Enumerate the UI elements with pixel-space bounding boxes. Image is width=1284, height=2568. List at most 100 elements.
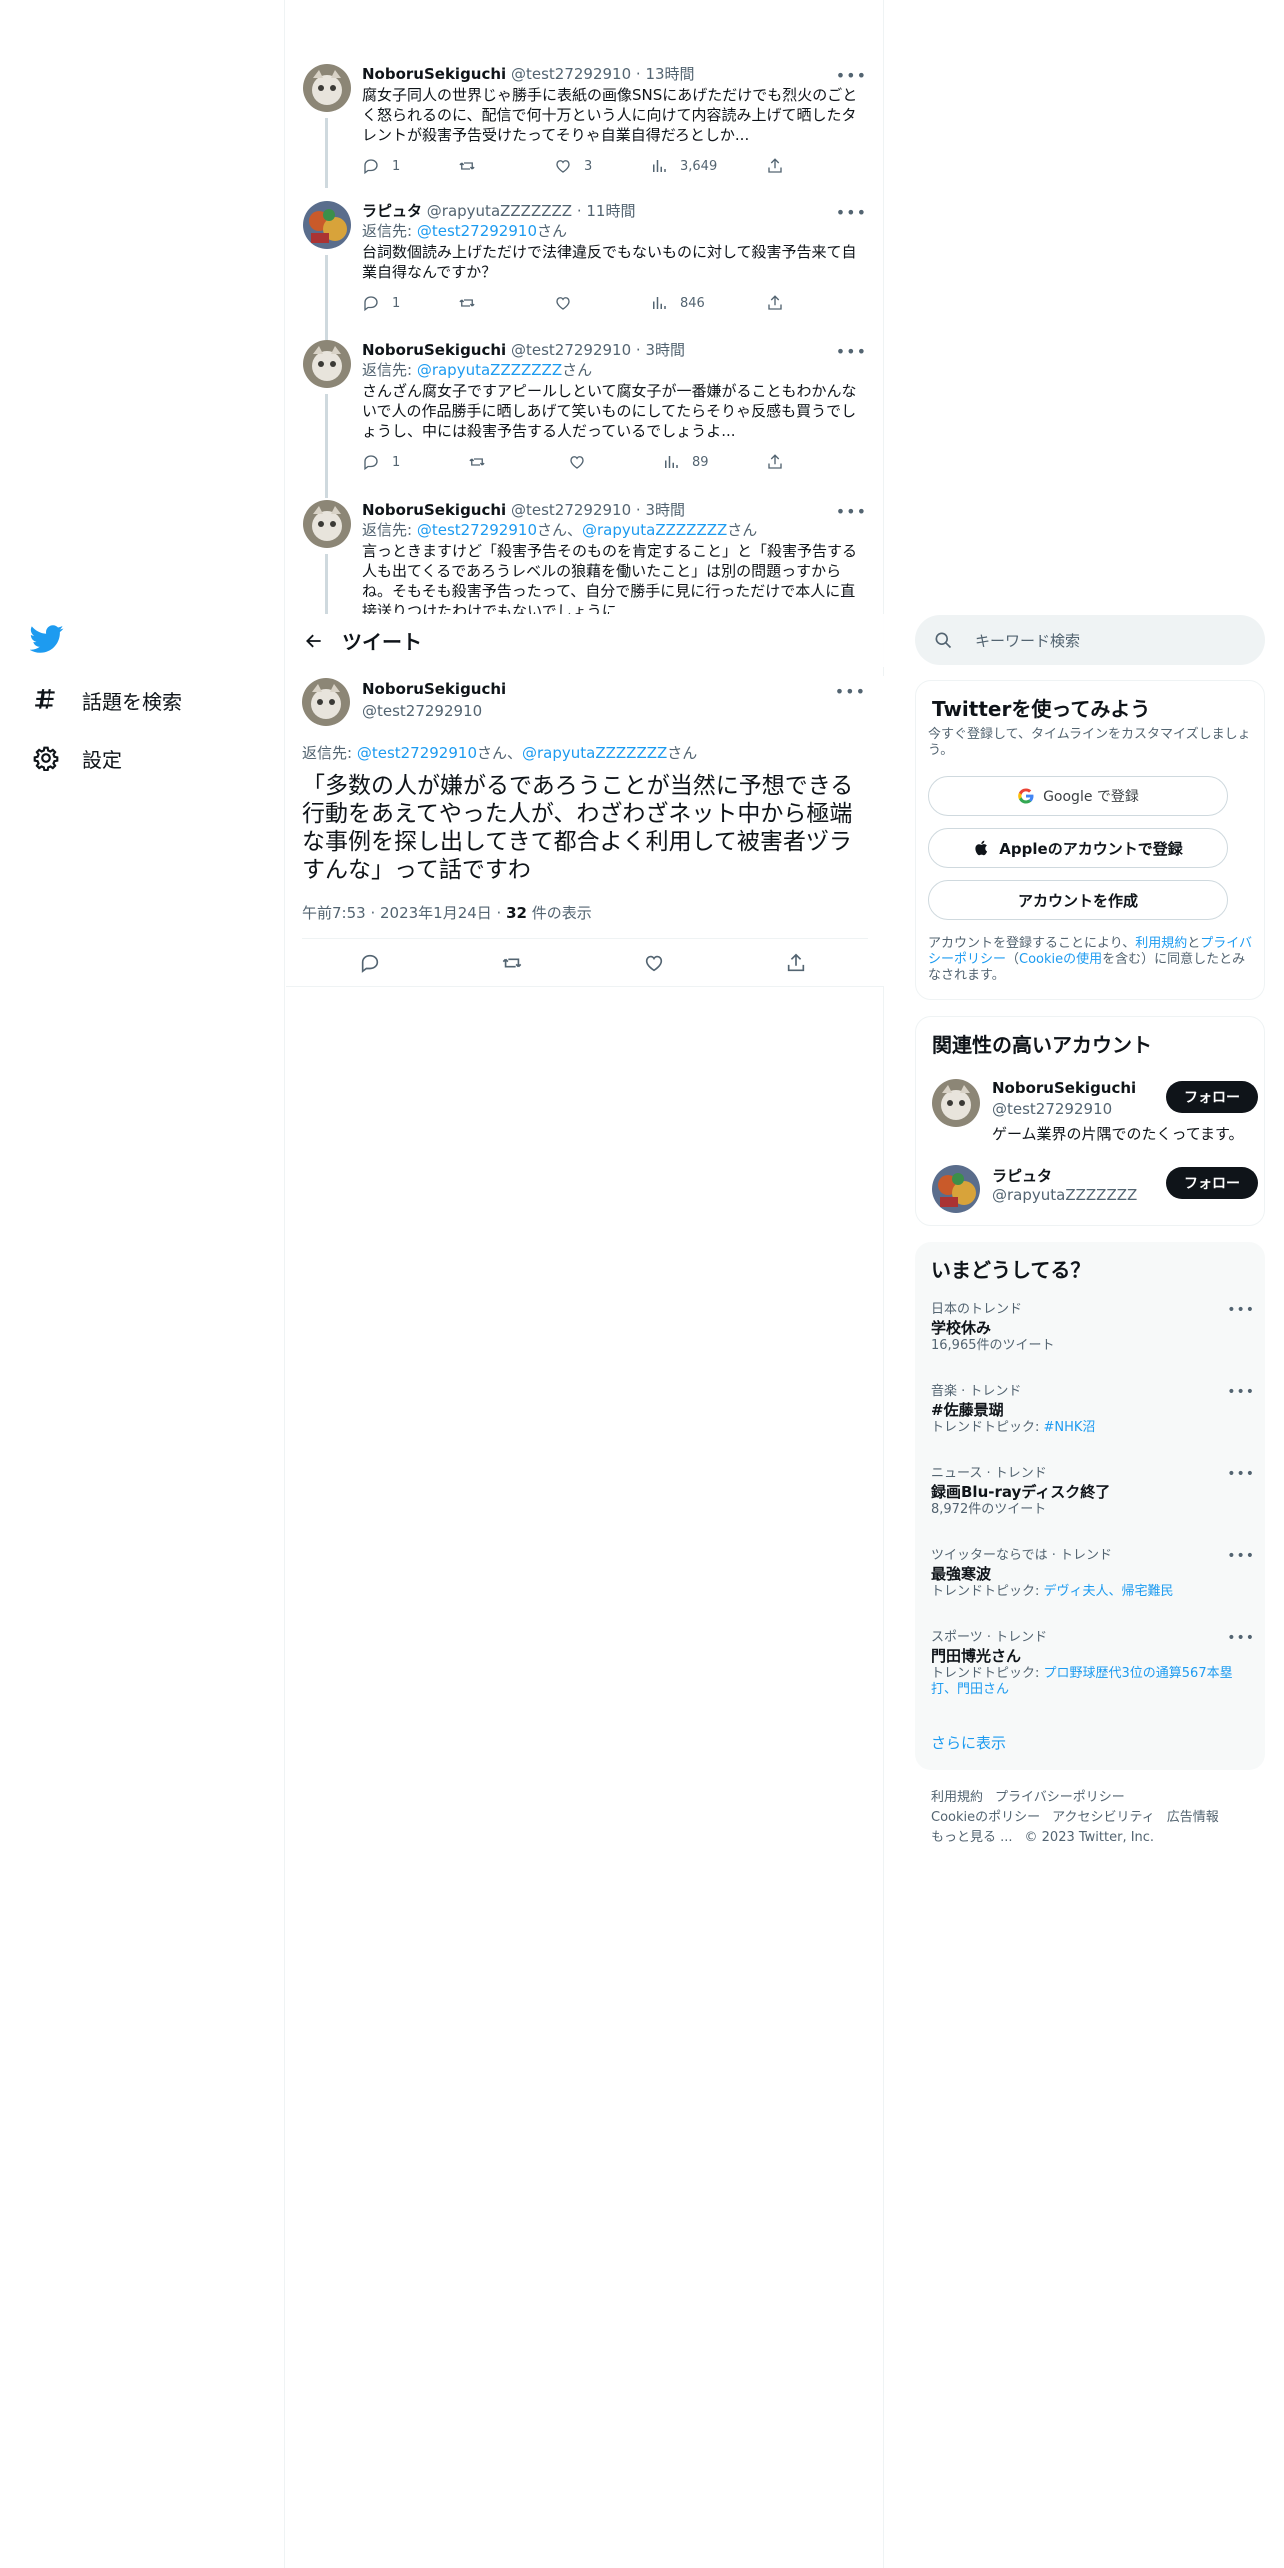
more-options-icon[interactable]: ••• bbox=[836, 203, 867, 222]
share-button[interactable] bbox=[766, 453, 784, 471]
main-column: NoboruSekiguchi @test27292910 · 13時間 •••… bbox=[286, 0, 884, 2568]
nav-explore[interactable]: 話題を検索 bbox=[32, 678, 182, 722]
footer-accessibility-link[interactable]: アクセシビリティ bbox=[1052, 1810, 1155, 1825]
tweet-actions bbox=[302, 938, 868, 986]
footer-more-link[interactable]: もっと見る ... bbox=[931, 1830, 1013, 1845]
back-button[interactable] bbox=[286, 614, 342, 667]
author-meta: @test27292910 · 3時間 bbox=[510, 341, 685, 359]
avatar[interactable] bbox=[303, 500, 351, 548]
trend-topic-link[interactable]: #NHK沼 bbox=[1044, 1420, 1096, 1435]
thread-tweet[interactable]: ラピュタ @rapyutaZZZZZZZ · 11時間 ••• 返信先: @te… bbox=[286, 201, 884, 340]
trend-item[interactable]: ツイッターならでは · トレンド 最強寒波 トレンドトピック: デヴィ夫人、帰宅… bbox=[931, 1548, 1254, 1600]
trend-category: 音楽 · トレンド bbox=[931, 1384, 1022, 1399]
avatar[interactable] bbox=[303, 340, 351, 388]
author-name[interactable]: NoboruSekiguchi bbox=[362, 501, 506, 519]
show-more-link[interactable]: さらに表示 bbox=[931, 1732, 1006, 1753]
footer-cookie-link[interactable]: Cookieのポリシー bbox=[931, 1810, 1040, 1825]
thread-tweet[interactable]: NoboruSekiguchi @test27292910 · 3時間 ••• … bbox=[286, 340, 884, 498]
trend-detail: 8,972件のツイート bbox=[931, 1502, 1047, 1517]
footer-terms-link[interactable]: 利用規約 bbox=[931, 1790, 983, 1805]
reply-button[interactable]: 1 bbox=[362, 294, 400, 312]
account-card[interactable]: NoboruSekiguchi @test27292910 ゲーム業界の片隅での… bbox=[932, 1079, 1258, 1149]
more-options-icon[interactable]: ••• bbox=[1227, 1302, 1255, 1318]
google-icon bbox=[1018, 788, 1034, 804]
cookie-link[interactable]: Cookieの使用 bbox=[1019, 952, 1102, 967]
analytics-icon bbox=[653, 160, 666, 172]
author-name[interactable]: ラピュタ bbox=[362, 202, 422, 220]
trend-item[interactable]: 音楽 · トレンド #佐藤景瑚 トレンドトピック: #NHK沼 ••• bbox=[931, 1384, 1254, 1436]
avatar[interactable] bbox=[303, 201, 351, 249]
reply-button[interactable] bbox=[359, 952, 381, 978]
more-options-icon[interactable]: ••• bbox=[1227, 1384, 1255, 1400]
more-options-icon[interactable]: ••• bbox=[836, 66, 867, 85]
like-button[interactable] bbox=[554, 294, 572, 312]
thread-tweet[interactable]: NoboruSekiguchi @test27292910 · 13時間 •••… bbox=[286, 64, 884, 188]
mention-link[interactable]: @rapyutaZZZZZZZ bbox=[522, 744, 667, 762]
mention-link[interactable]: @rapyutaZZZZZZZ bbox=[417, 361, 562, 379]
trend-name: #佐藤景瑚 bbox=[931, 1401, 1004, 1419]
mention-link[interactable]: @rapyutaZZZZZZZ bbox=[582, 521, 727, 539]
more-options-icon[interactable]: ••• bbox=[1227, 1630, 1255, 1646]
twitter-logo-icon[interactable] bbox=[29, 622, 68, 660]
author-handle[interactable]: @test27292910 bbox=[362, 702, 482, 720]
apple-signup-button[interactable]: Appleのアカウントで登録 bbox=[928, 828, 1228, 868]
views-button[interactable]: 846 bbox=[650, 294, 705, 312]
author-name[interactable]: NoboruSekiguchi bbox=[362, 65, 506, 83]
share-button[interactable] bbox=[785, 952, 807, 978]
search-input[interactable]: キーワード検索 bbox=[915, 615, 1265, 665]
focused-tweet: NoboruSekiguchi @test27292910 ••• 返信先: @… bbox=[286, 676, 884, 987]
views-button[interactable]: 89 bbox=[662, 453, 709, 471]
mention-link[interactable]: @test27292910 bbox=[417, 222, 537, 240]
tweet-text: 「多数の人が嫌がるであろうことが当然に予想できる行動をあえてやった人が、わざわざ… bbox=[302, 773, 854, 883]
terms-link[interactable]: 利用規約 bbox=[1135, 936, 1187, 951]
retweet-button[interactable] bbox=[501, 952, 523, 978]
tweet-body: NoboruSekiguchi @test27292910 · 3時間 ••• … bbox=[362, 340, 867, 473]
trend-item[interactable]: ニュース · トレンド 録画Blu-rayディスク終了 8,972件のツイート … bbox=[931, 1466, 1254, 1518]
more-options-icon[interactable]: ••• bbox=[1227, 1548, 1255, 1564]
thread-tweet[interactable]: NoboruSekiguchi @test27292910 · 3時間 ••• … bbox=[286, 500, 884, 614]
like-button[interactable]: 3 bbox=[554, 157, 592, 175]
follow-button[interactable]: フォロー bbox=[1166, 1081, 1258, 1113]
retweet-button[interactable] bbox=[468, 453, 486, 471]
avatar[interactable] bbox=[932, 1165, 980, 1213]
account-card[interactable]: ラピュタ @rapyutaZZZZZZZ フォロー bbox=[932, 1165, 1258, 1215]
views-button[interactable]: 3,649 bbox=[650, 157, 717, 175]
reply-button[interactable]: 1 bbox=[362, 157, 400, 175]
avatar[interactable] bbox=[932, 1079, 980, 1127]
avatar[interactable] bbox=[303, 64, 351, 112]
create-account-button[interactable]: アカウントを作成 bbox=[928, 880, 1228, 920]
share-button[interactable] bbox=[766, 294, 784, 312]
more-options-icon[interactable]: ••• bbox=[1227, 1466, 1255, 1482]
author-name[interactable]: NoboruSekiguchi bbox=[362, 341, 506, 359]
trend-topic-link[interactable]: デヴィ夫人、帰宅難民 bbox=[1044, 1584, 1174, 1599]
more-options-icon[interactable]: ••• bbox=[836, 502, 867, 521]
retweet-button[interactable] bbox=[458, 157, 476, 175]
reply-button[interactable]: 1 bbox=[362, 453, 400, 471]
account-name[interactable]: NoboruSekiguchi bbox=[992, 1079, 1136, 1097]
footer-ads-link[interactable]: 広告情報 bbox=[1167, 1810, 1219, 1825]
footer-copyright: © 2023 Twitter, Inc. bbox=[1024, 1830, 1155, 1845]
avatar[interactable] bbox=[302, 678, 350, 726]
author-name[interactable]: NoboruSekiguchi bbox=[362, 680, 506, 698]
reply-context: 返信先: @rapyutaZZZZZZZさん bbox=[362, 361, 593, 379]
google-signup-button[interactable]: Google で登録 bbox=[928, 776, 1228, 816]
like-button[interactable] bbox=[568, 453, 586, 471]
follow-button[interactable]: フォロー bbox=[1166, 1167, 1258, 1199]
tweet-body: ラピュタ @rapyutaZZZZZZZ · 11時間 ••• 返信先: @te… bbox=[362, 201, 867, 314]
share-icon bbox=[768, 295, 782, 310]
account-name[interactable]: ラピュタ bbox=[992, 1165, 1052, 1186]
mention-link[interactable]: @test27292910 bbox=[417, 521, 537, 539]
more-options-icon[interactable]: ••• bbox=[835, 682, 866, 701]
trend-item[interactable]: 日本のトレンド 学校休み 16,965件のツイート ••• bbox=[931, 1302, 1254, 1354]
tweet-timestamp[interactable]: 午前7:53 · 2023年1月24日 · 32 件の表示 bbox=[302, 902, 592, 923]
page-title: ツイート bbox=[342, 630, 422, 654]
footer-privacy-link[interactable]: プライバシーポリシー bbox=[995, 1790, 1125, 1805]
nav-settings[interactable]: 設定 bbox=[32, 736, 122, 780]
retweet-icon bbox=[502, 958, 522, 968]
retweet-button[interactable] bbox=[458, 294, 476, 312]
share-button[interactable] bbox=[766, 157, 784, 175]
more-options-icon[interactable]: ••• bbox=[836, 342, 867, 361]
trend-item[interactable]: スポーツ · トレンド 門田博光さん トレンドトピック: プロ野球歴代3位の通算… bbox=[931, 1630, 1254, 1698]
mention-link[interactable]: @test27292910 bbox=[357, 744, 477, 762]
like-button[interactable] bbox=[643, 952, 665, 978]
